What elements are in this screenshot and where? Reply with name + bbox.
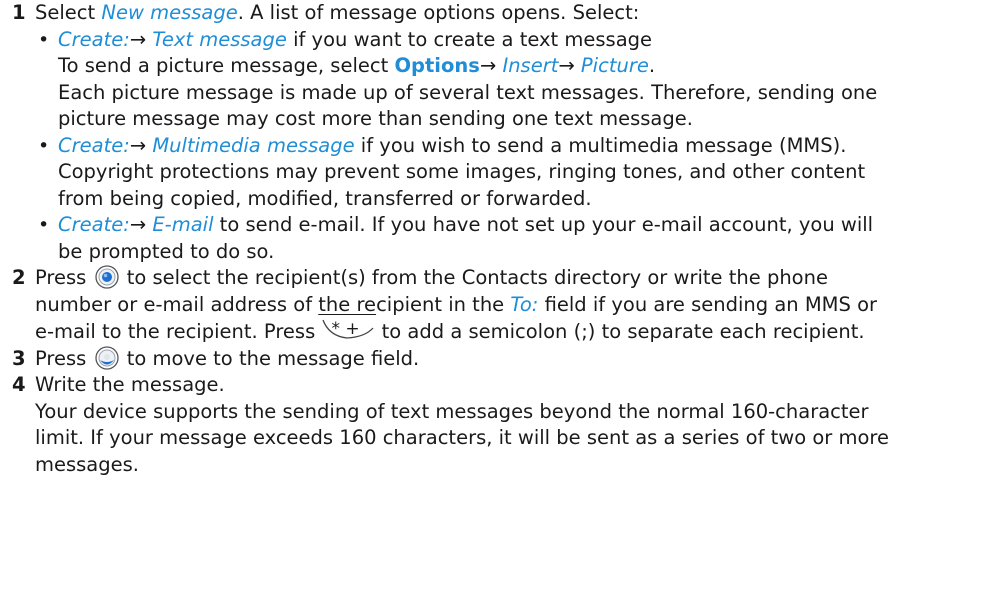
insert-link[interactable]: Insert xyxy=(502,54,558,77)
to-field-link[interactable]: To: xyxy=(510,293,538,316)
create-link[interactable]: Create: xyxy=(58,134,130,157)
paragraph-line: Each picture message is made up of sever… xyxy=(58,80,878,104)
create-link[interactable]: Create: xyxy=(58,213,130,236)
text-message-link[interactable]: Text message xyxy=(152,28,287,51)
instruction-page: 1 Select New message. A list of message … xyxy=(0,0,995,592)
bullet-icon: • xyxy=(38,214,50,236)
step-number: 3 xyxy=(12,346,26,370)
star-plus-key-icon: * + xyxy=(321,318,375,342)
step-number: 4 xyxy=(12,373,26,396)
new-message-link[interactable]: New message xyxy=(101,1,237,24)
key-label: * + xyxy=(331,319,360,339)
list-item-text-message: • Create:→ Text message if you want to c… xyxy=(0,27,995,54)
list-item-email: • Create:→ E-mail to send e-mail. If you… xyxy=(0,212,995,239)
step-1: 1 Select New message. A list of message … xyxy=(0,0,995,27)
picture-link[interactable]: Picture xyxy=(581,54,649,77)
paragraph-line: e-mail to the recipient. Press * + to ad… xyxy=(0,318,995,346)
paragraph-line: from being copied, modified, transferred… xyxy=(58,186,592,210)
multimedia-message-link[interactable]: Multimedia message xyxy=(152,134,354,157)
bullet-icon: • xyxy=(38,28,50,51)
arrow-icon: → xyxy=(129,27,147,51)
paragraph-line: Your device supports the sending of text… xyxy=(35,399,869,423)
nav-key-select-icon xyxy=(94,265,119,289)
arrow-icon: → xyxy=(129,213,147,236)
create-link[interactable]: Create: xyxy=(58,28,130,51)
nav-key-down-icon xyxy=(94,345,119,370)
step-2: 2 Press to select the recipient(s) from … xyxy=(0,265,995,292)
paragraph-line: To send a picture message, select Option… xyxy=(58,54,656,77)
paragraph-line: picture message may cost more than sendi… xyxy=(58,107,693,130)
arrow-icon: → xyxy=(129,133,147,157)
options-label[interactable]: Options xyxy=(394,54,479,77)
step-3: 3 Press to move to the message field. xyxy=(0,345,995,373)
arrow-icon: → xyxy=(558,54,575,77)
paragraph-line: limit. If your message exceeds 160 chara… xyxy=(35,426,890,449)
paragraph-line: number or e-mail address of the recipien… xyxy=(35,292,878,316)
list-item-multimedia-message: • Create:→ Multimedia message if you wis… xyxy=(0,133,995,160)
arrow-icon: → xyxy=(479,54,497,77)
step-number: 1 xyxy=(12,1,26,24)
step-number: 2 xyxy=(12,266,26,289)
step-4: 4 Write the message. xyxy=(0,372,995,399)
paragraph-line: Copyright protections may prevent some i… xyxy=(58,160,866,183)
paragraph-line: messages. xyxy=(35,452,139,476)
paragraph-line: be prompted to do so. xyxy=(58,239,275,263)
bullet-icon: • xyxy=(38,134,50,157)
email-link[interactable]: E-mail xyxy=(152,213,213,236)
